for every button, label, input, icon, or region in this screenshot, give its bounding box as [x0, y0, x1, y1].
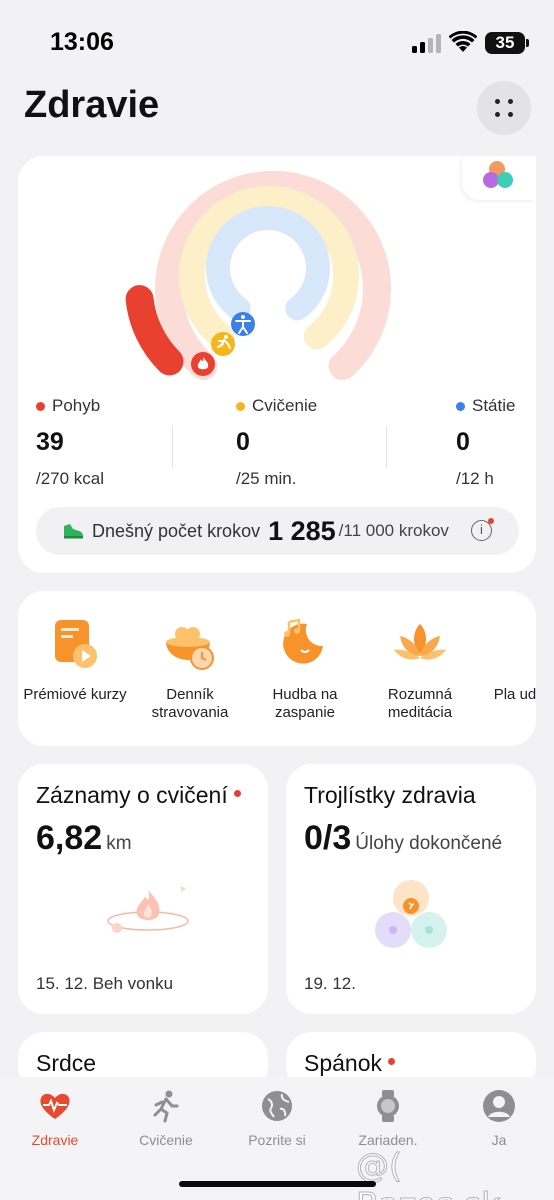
card-title: Záznamy o cvičení [36, 782, 228, 808]
tab-devices[interactable]: Zariaden. [333, 1089, 443, 1148]
health-clovers-card[interactable]: Trojlístky zdravia 0/3 Úlohy dokončené 19… [286, 764, 536, 1014]
steps-label: Dnešný počet krokov [92, 520, 261, 541]
tab-discover[interactable]: Pozrite si [222, 1089, 332, 1148]
plan-icon [507, 616, 536, 672]
clover-icon [375, 880, 447, 948]
divider [172, 426, 173, 468]
exercise-stat: Cvičenie 0 /25 min. [236, 396, 386, 489]
shoe-icon [64, 524, 83, 539]
tab-me[interactable]: Ja [444, 1089, 554, 1148]
tab-health[interactable]: Zdravie [0, 1089, 110, 1148]
service-plan[interactable]: Pla udržiava [473, 616, 536, 704]
globe-icon [260, 1089, 294, 1123]
service-label: Pla udržiava [493, 686, 536, 703]
tab-label: Zdravie [31, 1132, 79, 1148]
home-indicator[interactable] [179, 1181, 376, 1187]
distance-value: 6,82 [36, 819, 103, 857]
status-bar: 13:06 35 [0, 0, 554, 80]
clovers-unit: Úlohy dokončené [355, 833, 503, 854]
grid-menu-button[interactable] [477, 81, 531, 135]
stand-value: 0 [456, 428, 470, 456]
watermark: @( Bazos.sk [356, 1146, 501, 1200]
card-title: Srdce [36, 1050, 97, 1076]
card-title: Spánok [304, 1050, 383, 1076]
distance-unit: km [106, 833, 132, 854]
stand-stat: Státie 0 /12 h [456, 396, 554, 489]
tab-exercise[interactable]: Cvičenie [111, 1089, 221, 1148]
tab-label: Cvičenie [139, 1132, 193, 1148]
service-label: Hudba na zaspanie [272, 686, 338, 721]
activity-rings-card[interactable]: Pohyb 39 /270 kcal Cvičenie 0 /25 min. S… [18, 156, 536, 573]
move-dot [36, 401, 45, 411]
video-course-icon [47, 616, 103, 672]
stand-goal: /12 h [456, 469, 494, 488]
notification-dot [488, 518, 494, 524]
stand-ring-track [206, 206, 330, 321]
move-value: 39 [36, 428, 64, 456]
card-footer: 19. 12. [304, 974, 356, 993]
notification-dot [388, 1058, 396, 1065]
service-label: Denník stravovania [151, 686, 229, 721]
workout-flame-icon [107, 886, 189, 933]
watch-icon [371, 1089, 405, 1123]
status-time: 13:06 [50, 28, 114, 56]
exercise-dot [236, 401, 245, 411]
move-label: Pohyb [52, 396, 101, 415]
meal-diary-icon [162, 616, 218, 672]
service-meal-diary[interactable]: Denník stravovania [128, 616, 252, 722]
daily-steps-bar[interactable]: Dnešný počet krokov 1 285 /11 000 krokov… [36, 507, 519, 555]
exercise-label: Cvičenie [252, 396, 318, 415]
service-meditation[interactable]: Rozumná meditácia [358, 616, 482, 722]
exercise-goal: /25 min. [236, 469, 297, 488]
widget-style-tab[interactable] [462, 156, 536, 200]
steps-goal: /11 000 krokov [338, 521, 449, 540]
clovers-value: 0/3 [304, 819, 352, 857]
cellular-signal-icon [412, 33, 442, 53]
activity-rings [125, 170, 391, 381]
exercise-records-card[interactable]: Záznamy o cvičení 6,82 km 15. 12. Beh von… [18, 764, 268, 1014]
heart-pulse-icon [38, 1089, 72, 1123]
wifi-icon [449, 31, 477, 52]
service-sleep-music[interactable]: Hudba na zaspanie [243, 616, 367, 722]
steps-value: 1 285 [268, 515, 336, 546]
page-title: Zdravie [24, 84, 160, 126]
service-label: Rozumná meditácia [387, 686, 453, 721]
services-carousel[interactable]: Prémiové kurzy Denník stravovania Hudba … [18, 591, 536, 746]
sleep-music-icon [277, 616, 333, 672]
service-label: Prémiové kurzy [23, 686, 127, 703]
exercise-value: 0 [236, 428, 250, 456]
notification-dot [233, 790, 241, 797]
battery-indicator: 35 [485, 32, 529, 54]
card-footer: 15. 12. Beh vonku [36, 974, 174, 993]
divider [386, 426, 387, 468]
tab-label: Pozrite si [248, 1132, 306, 1148]
color-dots-icon [483, 161, 513, 188]
running-icon [149, 1089, 183, 1123]
stand-dot [456, 401, 465, 411]
profile-icon [482, 1089, 516, 1123]
move-goal: /270 kcal [36, 469, 105, 488]
move-stat: Pohyb 39 /270 kcal [36, 396, 186, 489]
service-premium-courses[interactable]: Prémiové kurzy [18, 616, 137, 704]
stand-label: Státie [472, 396, 516, 415]
lotus-icon [392, 616, 448, 672]
card-title: Trojlístky zdravia [304, 782, 476, 808]
